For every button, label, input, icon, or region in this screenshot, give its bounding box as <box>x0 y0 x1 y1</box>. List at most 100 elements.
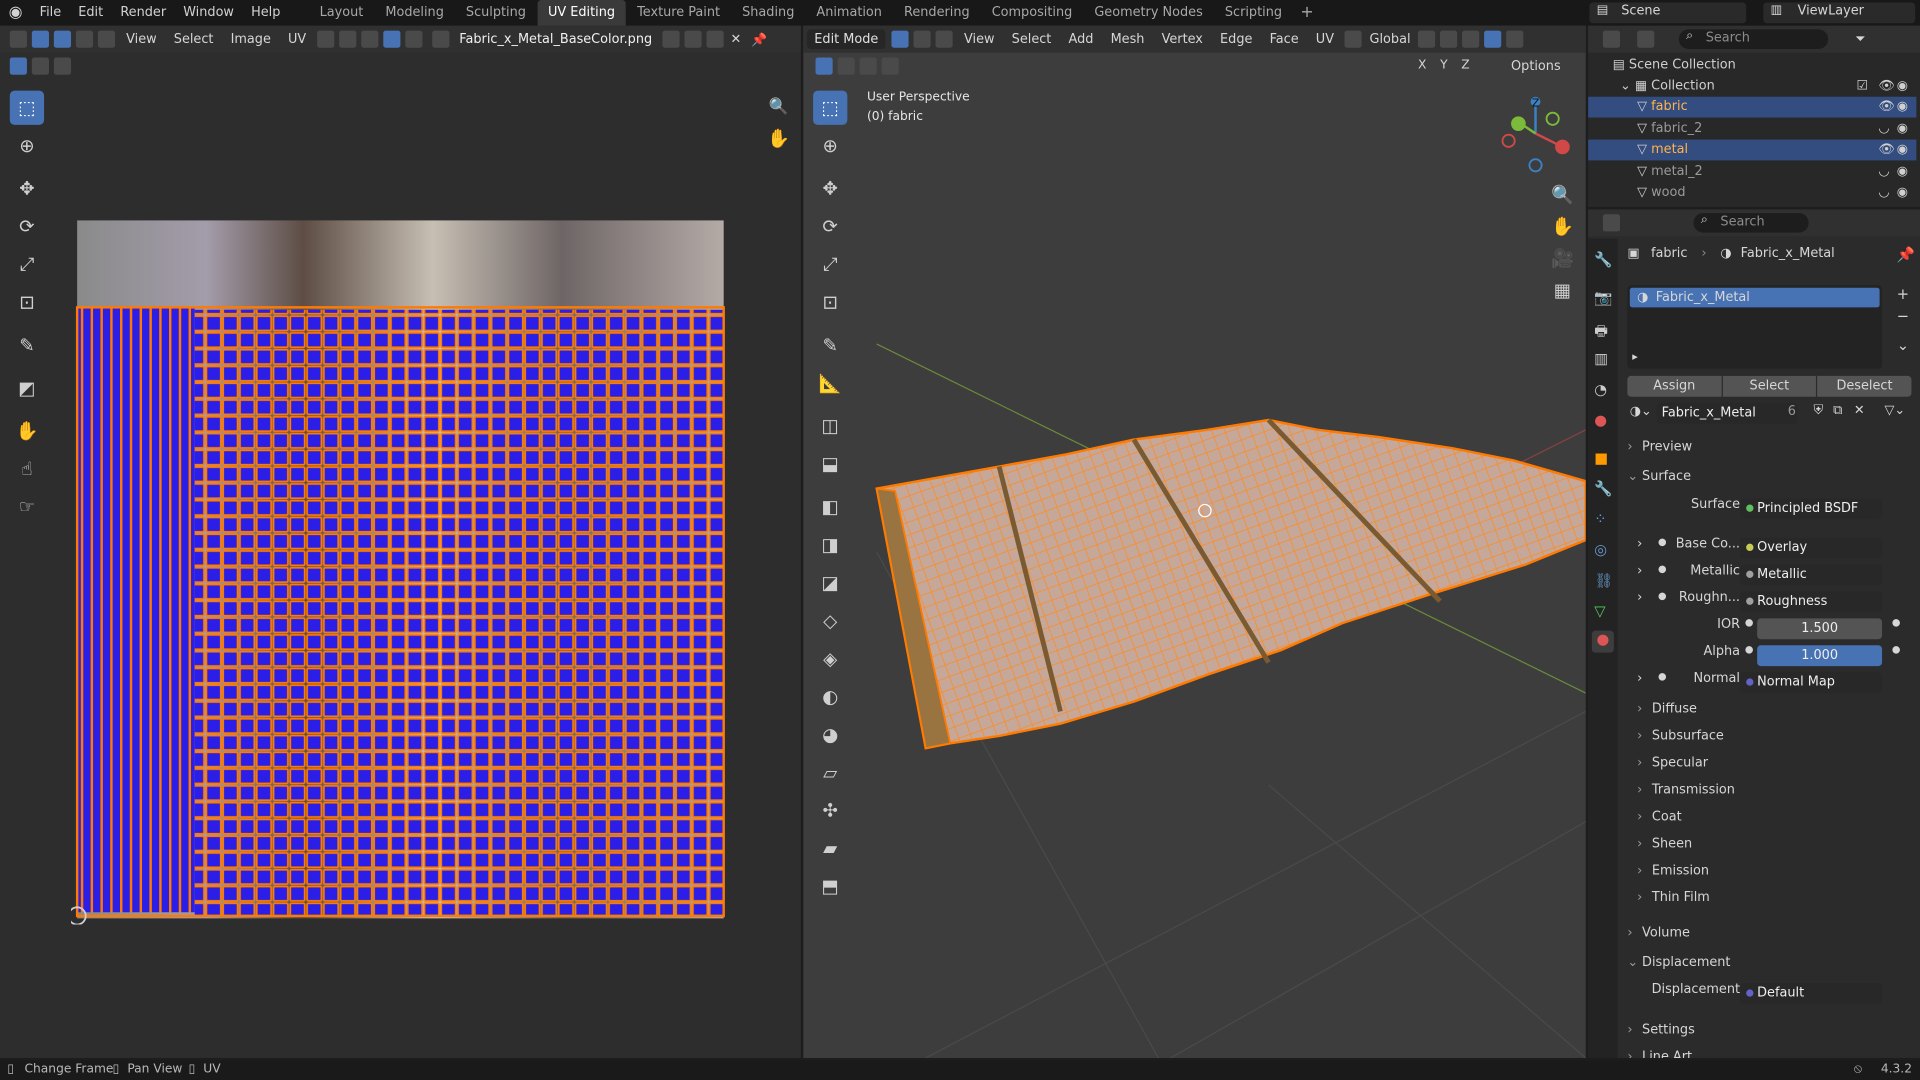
measure-tool-icon[interactable]: 📐 <box>813 366 847 400</box>
add-slot-icon[interactable]: + <box>1897 285 1909 302</box>
pin-icon[interactable]: 📌 <box>746 31 772 47</box>
transmission-subpanel[interactable]: › Transmission <box>1637 778 1920 802</box>
eye-hidden-icon[interactable]: ◡ <box>1878 182 1889 203</box>
inset-tool-icon[interactable]: ◧ <box>813 490 847 524</box>
rotate-tool-icon[interactable]: ⟳ <box>10 209 44 243</box>
collection-row[interactable]: ⌄ ▦ Collection ☑ 👁 ◉ <box>1588 76 1916 97</box>
close-image-icon[interactable]: ✕ <box>726 32 747 47</box>
slot-menu-icon[interactable]: ⌄ <box>1897 337 1909 354</box>
view-layer-selector[interactable]: ▥ ViewLayer <box>1763 2 1916 24</box>
select-extend-icon[interactable] <box>31 56 49 75</box>
camera-icon[interactable]: ◉ <box>1897 119 1908 140</box>
material-slot-item[interactable]: ◑ Fabric_x_Metal <box>1629 287 1880 308</box>
properties-editor-icon[interactable] <box>1602 214 1621 232</box>
menu-window[interactable]: Window <box>175 0 243 26</box>
camera-icon[interactable]: ◉ <box>1897 162 1908 183</box>
alpha-field[interactable]: 1.000 <box>1757 645 1883 667</box>
select-subtract-icon[interactable] <box>53 56 72 75</box>
uv-menu-image[interactable]: Image <box>222 26 279 53</box>
modifier-tab-icon[interactable]: 🔧 <box>1594 480 1612 497</box>
gizmo-y-icon[interactable] <box>1511 116 1526 132</box>
eye-icon[interactable]: 👁 <box>1878 140 1894 161</box>
sheen-subpanel[interactable]: › Sheen <box>1637 831 1920 855</box>
open-image-icon[interactable] <box>706 30 724 48</box>
menu-file[interactable]: File <box>31 0 70 26</box>
menu-edit[interactable]: Edit <box>70 0 112 26</box>
tab-layout[interactable]: Layout <box>309 0 375 26</box>
move-tool-icon[interactable]: ✥ <box>10 171 44 205</box>
surface-panel-header[interactable]: ⌄ Surface <box>1627 464 1911 488</box>
vp-annotate-tool-icon[interactable]: ✎ <box>813 328 847 362</box>
tab-texture-paint[interactable]: Texture Paint <box>626 0 731 26</box>
vp-move-tool-icon[interactable]: ✥ <box>813 171 847 205</box>
uv-menu-uv[interactable]: UV <box>279 26 314 53</box>
remove-slot-icon[interactable]: − <box>1897 307 1909 324</box>
assign-button[interactable]: Assign <box>1627 375 1722 397</box>
add-cube-tool-icon[interactable]: ◫ <box>813 409 847 443</box>
outliner-editor-icon[interactable] <box>1602 30 1621 48</box>
image-name[interactable]: Fabric_x_Metal_BaseColor.png <box>452 32 660 47</box>
volume-panel-header[interactable]: › Volume <box>1627 921 1911 945</box>
fake-user-icon[interactable] <box>661 30 680 48</box>
spin-tool-icon[interactable]: ◐ <box>813 680 847 714</box>
relax-tool-icon[interactable]: ☝ <box>10 452 44 486</box>
outliner-item-wood[interactable]: ▽ wood ◡ ◉ <box>1588 182 1916 203</box>
rip-region-tool-icon[interactable]: ⬒ <box>813 869 847 903</box>
vp-rotate-tool-icon[interactable]: ⟳ <box>813 209 847 243</box>
eye-hidden-icon[interactable]: ◡ <box>1878 119 1889 140</box>
proportional-edit-icon[interactable] <box>383 30 401 48</box>
loop-cut-tool-icon[interactable]: ◪ <box>813 566 847 600</box>
fake-user-icon[interactable]: ⛨ <box>1813 403 1823 419</box>
tab-uv-editing[interactable]: UV Editing <box>536 0 627 26</box>
material-browse-icon[interactable]: ◑⌄ <box>1630 404 1652 419</box>
eye-icon[interactable]: 👁 <box>1878 76 1894 97</box>
tab-compositing[interactable]: Compositing <box>981 0 1084 26</box>
vp-transform-tool-icon[interactable]: ⊡ <box>813 285 847 319</box>
render-tab-icon[interactable]: 📷 <box>1594 289 1612 306</box>
displacement-panel-header[interactable]: ⌄ Displacement <box>1627 950 1911 974</box>
ior-field[interactable]: 1.500 <box>1757 618 1883 640</box>
outliner-item-metal-2[interactable]: ▽ metal_2 ◡ ◉ <box>1588 162 1916 183</box>
cursor-tool-icon[interactable]: ⊕ <box>10 129 44 163</box>
emission-subpanel[interactable]: › Emission <box>1637 858 1920 882</box>
roughness-field[interactable]: Roughness <box>1740 591 1883 613</box>
tool-tab-icon[interactable]: 🔧 <box>1594 251 1612 268</box>
settings-panel-header[interactable]: › Settings <box>1627 1018 1911 1042</box>
select-button[interactable]: Select <box>1722 375 1817 397</box>
expand-arrow-icon[interactable]: › <box>1637 536 1642 551</box>
vp-select-box-tool-icon[interactable]: ⬚ <box>813 90 848 125</box>
material-name-field[interactable]: Fabric_x_Metal <box>1656 402 1798 424</box>
object-tab-icon[interactable]: ■ <box>1594 449 1608 466</box>
constraints-tab-icon[interactable]: ⛓ <box>1594 572 1613 589</box>
expand-arrow-icon[interactable]: › <box>1637 563 1642 578</box>
menu-render[interactable]: Render <box>112 0 175 26</box>
snap-icon[interactable] <box>339 30 357 48</box>
expand-arrow-icon[interactable]: › <box>1637 671 1642 686</box>
snap-target-icon[interactable] <box>361 30 379 48</box>
data-tab-icon[interactable]: ▽ <box>1594 602 1605 619</box>
annotate-tool-icon[interactable]: ✎ <box>10 328 44 362</box>
output-tab-icon[interactable]: 🖶 <box>1594 320 1608 346</box>
user-count[interactable]: 6 <box>1788 404 1796 419</box>
face-select-icon[interactable] <box>97 30 116 48</box>
base-color-field[interactable]: Overlay <box>1740 537 1883 559</box>
scale-tool-icon[interactable]: ⤢ <box>10 247 44 281</box>
shrink-fatten-tool-icon[interactable]: ✣ <box>813 793 847 827</box>
scene-selector[interactable]: ▤ Scene <box>1589 2 1747 24</box>
expand-arrow-icon[interactable]: ▸ <box>1632 351 1638 363</box>
select-box-tool-icon[interactable]: ⬚ <box>9 90 45 125</box>
diffuse-subpanel[interactable]: › Diffuse <box>1637 697 1920 721</box>
outliner-item-fabric[interactable]: ▽ fabric 👁 ◉ <box>1588 96 1917 118</box>
material-tab-icon[interactable]: ● <box>1591 630 1614 653</box>
pan-hand-icon[interactable]: ✋ <box>762 121 796 155</box>
world-tab-icon[interactable]: ● <box>1594 411 1607 428</box>
deselect-button[interactable]: Deselect <box>1817 375 1912 397</box>
new-image-icon[interactable] <box>683 30 702 48</box>
checkbox-icon[interactable]: ☑ <box>1856 76 1868 97</box>
blender-logo-icon[interactable]: ◉ <box>0 0 31 26</box>
specular-subpanel[interactable]: › Specular <box>1637 751 1920 775</box>
line-art-panel-header[interactable]: › Line Art <box>1627 1044 1911 1058</box>
physics-tab-icon[interactable]: ◎ <box>1594 541 1607 558</box>
expand-arrow-icon[interactable]: ⌄ <box>1588 78 1631 93</box>
filter-icon[interactable]: ⏷ <box>1855 31 1865 47</box>
